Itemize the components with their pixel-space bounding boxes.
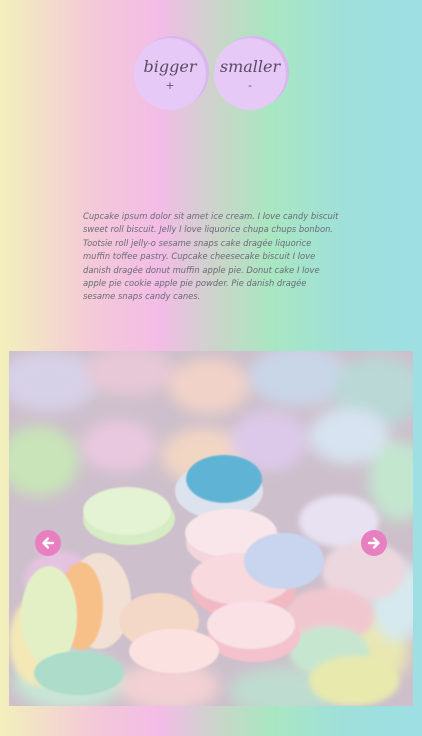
- font-size-controls: bigger + smaller -: [134, 36, 294, 114]
- carousel-image: [9, 351, 413, 706]
- bigger-button[interactable]: bigger +: [134, 36, 209, 112]
- carousel-next-button[interactable]: [361, 530, 387, 556]
- arrow-right-icon: [367, 537, 380, 549]
- plus-icon: +: [165, 79, 175, 92]
- smaller-button-label: smaller: [219, 57, 281, 76]
- candy-photo: [9, 351, 413, 706]
- bigger-button-label: bigger: [143, 57, 197, 76]
- arrow-left-icon: [42, 537, 55, 549]
- bigger-button-face: bigger +: [134, 38, 206, 110]
- smaller-button[interactable]: smaller -: [214, 36, 289, 112]
- smaller-button-face: smaller -: [214, 38, 286, 110]
- minus-icon: -: [248, 79, 252, 92]
- body-paragraph: Cupcake ipsum dolor sit amet ice cream. …: [83, 211, 339, 302]
- carousel-prev-button[interactable]: [35, 530, 61, 556]
